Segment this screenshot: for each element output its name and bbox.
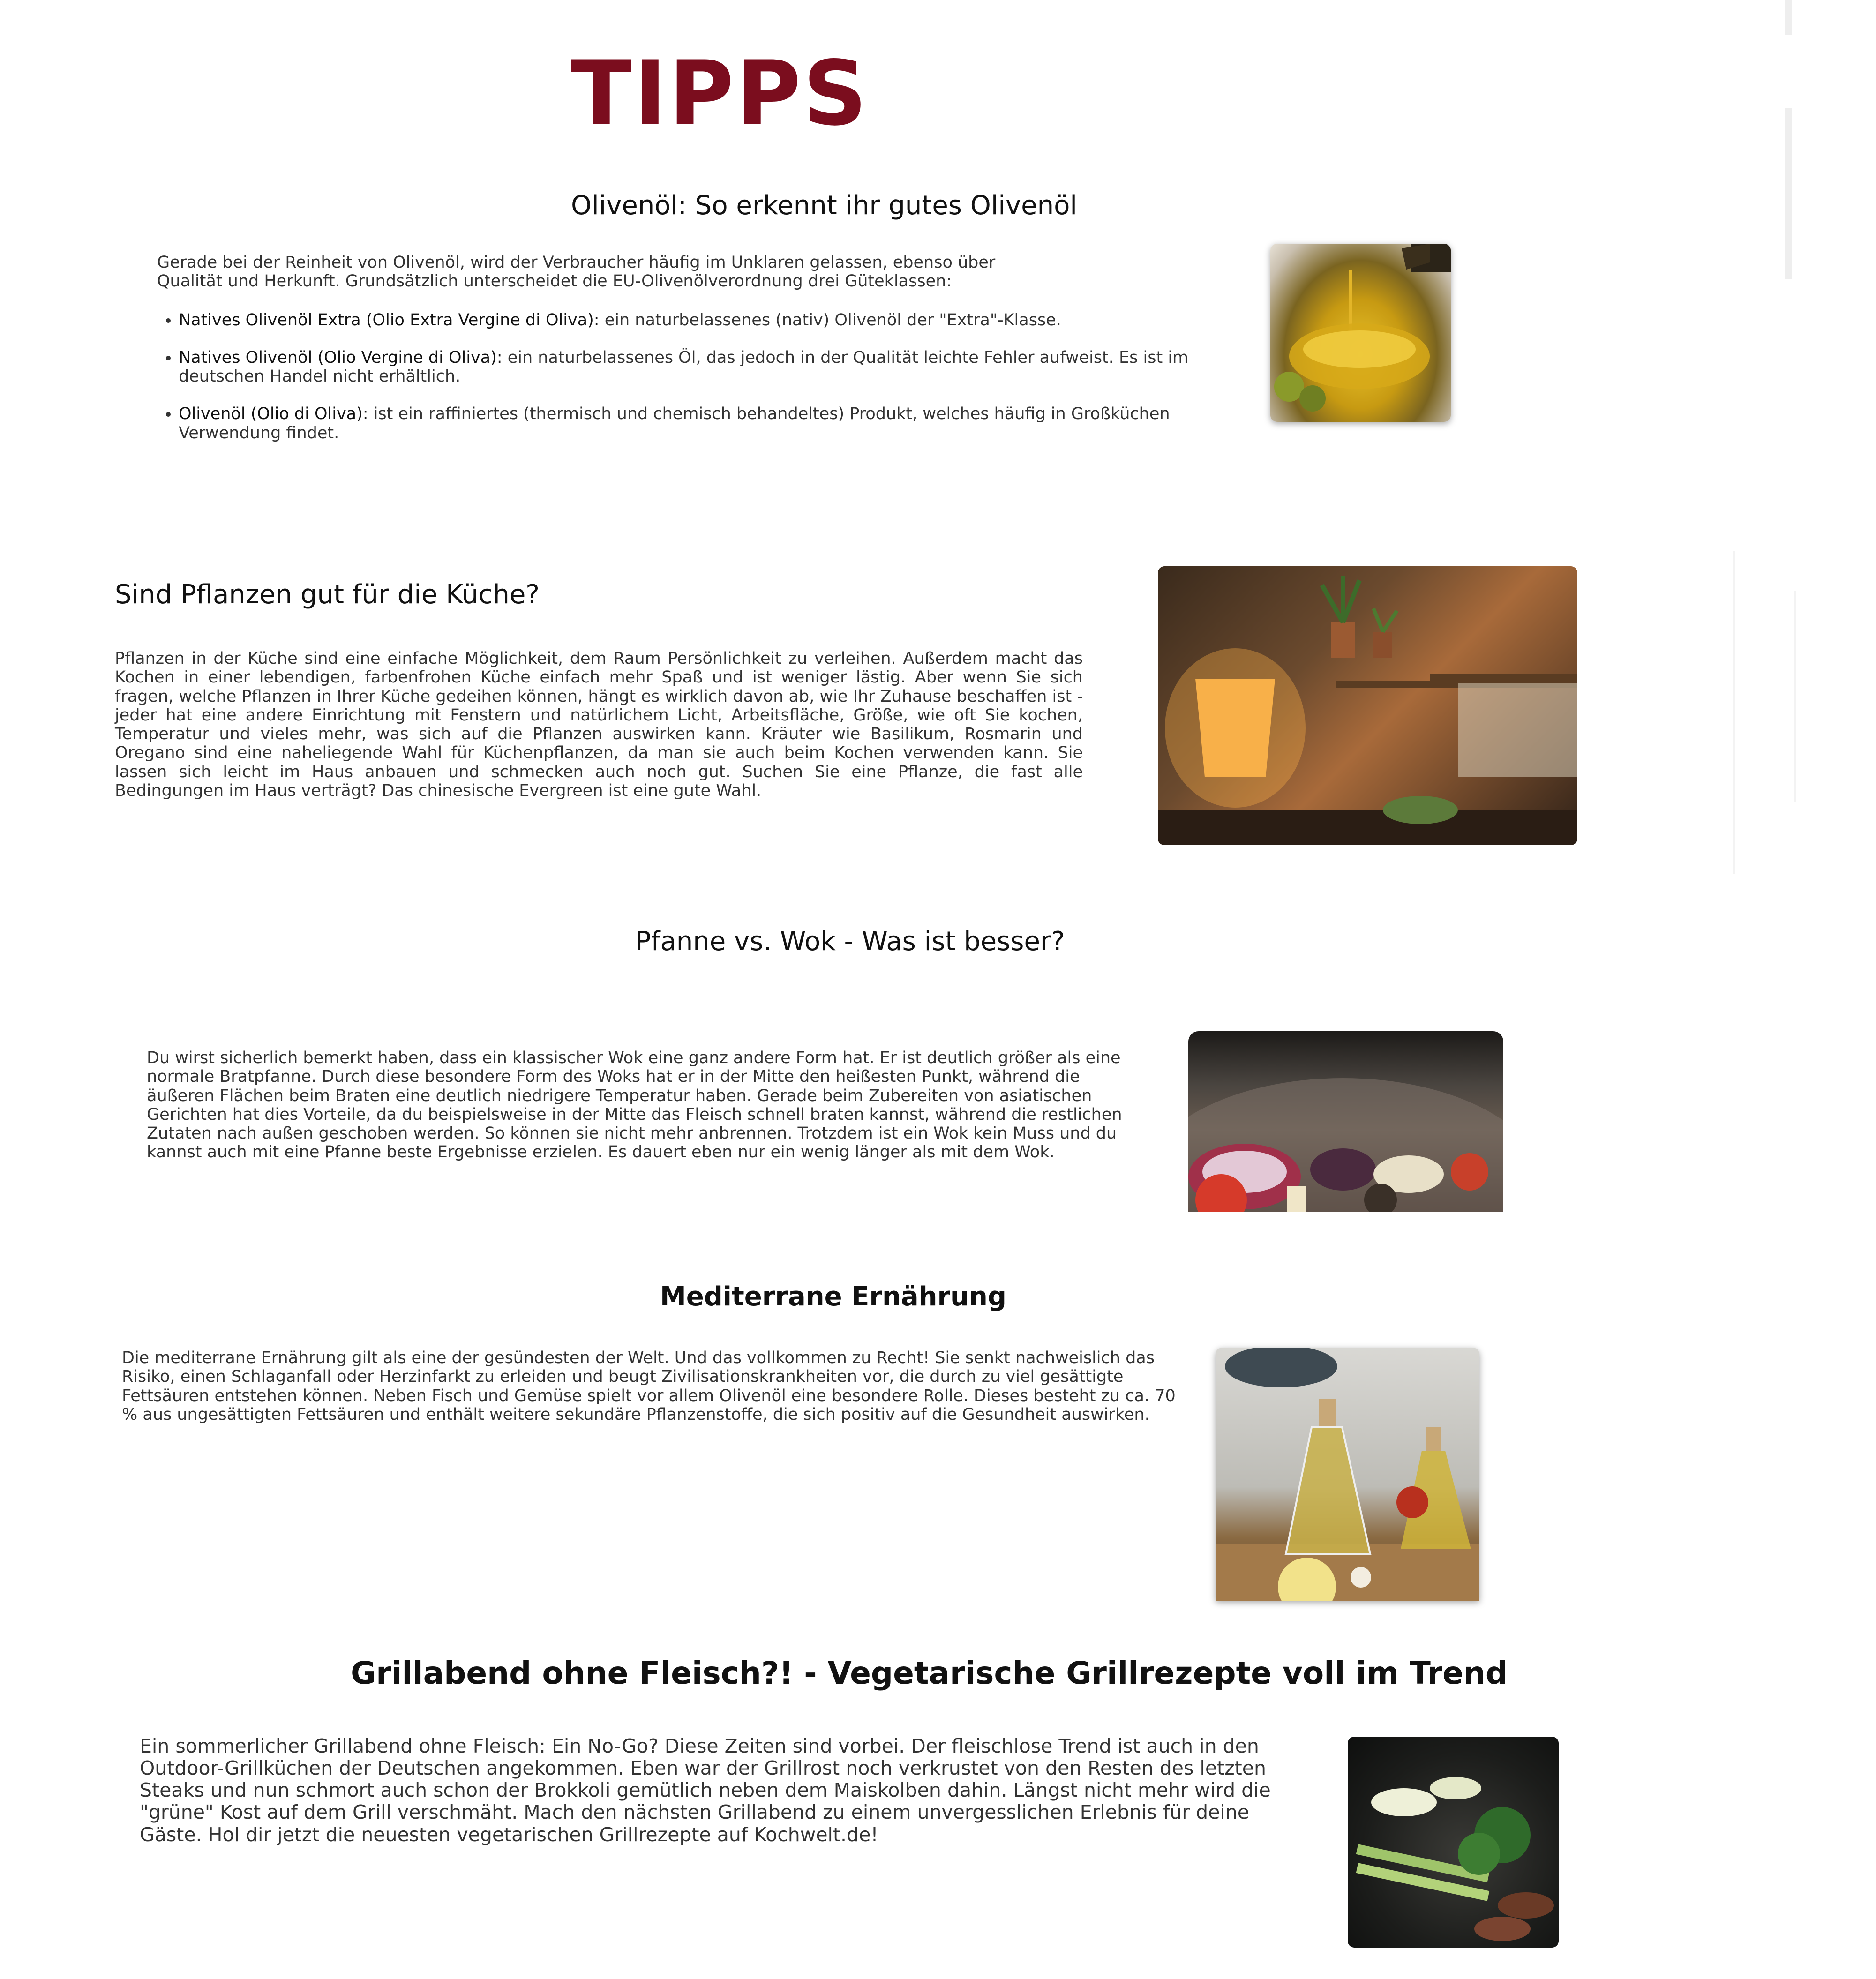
page-title: TIPPS <box>571 42 869 145</box>
list-item: Natives Olivenöl Extra (Olio Extra Vergi… <box>179 311 1207 330</box>
section-text-plants: Pflanzen in der Küche sind eine einfache… <box>115 649 1083 800</box>
olive-oil-bowl-image <box>1270 244 1451 422</box>
section-heading-wok: Pfanne vs. Wok - Was ist besser? <box>635 926 1065 957</box>
section-text-mediterranean: Die mediterrane Ernährung gilt als eine … <box>122 1349 1176 1424</box>
section-text-wok: Du wirst sicherlich bemerkt haben, dass … <box>147 1049 1122 1162</box>
list-item: Natives Olivenöl (Olio Vergine di Oliva)… <box>179 348 1207 386</box>
scrollbar-track-top[interactable] <box>1785 0 1792 35</box>
olive-oil-intro: Gerade bei der Reinheit von Olivenöl, wi… <box>157 253 996 291</box>
wok-vegetables-image <box>1188 1031 1503 1212</box>
section-text-olive-oil: Gerade bei der Reinheit von Olivenöl, wi… <box>157 253 1207 461</box>
kitchen-plants-image <box>1158 566 1577 845</box>
scrollbar-edge-line-2 <box>1794 591 1796 802</box>
scrollbar-edge-line <box>1733 551 1735 874</box>
section-heading-olive-oil: Olivenöl: So erkennt ihr gutes Olivenöl <box>571 190 1077 221</box>
section-heading-mediterranean: Mediterrane Ernährung <box>660 1282 1006 1312</box>
section-heading-grill: Grillabend ohne Fleisch?! - Vegetarische… <box>351 1655 1508 1691</box>
list-item: Olivenöl (Olio di Oliva): ist ein raffin… <box>179 405 1207 442</box>
oil-bottles-image <box>1216 1348 1479 1601</box>
section-heading-plants: Sind Pflanzen gut für die Küche? <box>115 579 540 610</box>
scrollbar-track[interactable] <box>1785 108 1792 279</box>
section-text-grill: Ein sommerlicher Grillabend ohne Fleisch… <box>140 1735 1271 1846</box>
vegetable-grill-image <box>1348 1737 1559 1948</box>
olive-oil-class-list: Natives Olivenöl Extra (Olio Extra Vergi… <box>157 311 1207 442</box>
